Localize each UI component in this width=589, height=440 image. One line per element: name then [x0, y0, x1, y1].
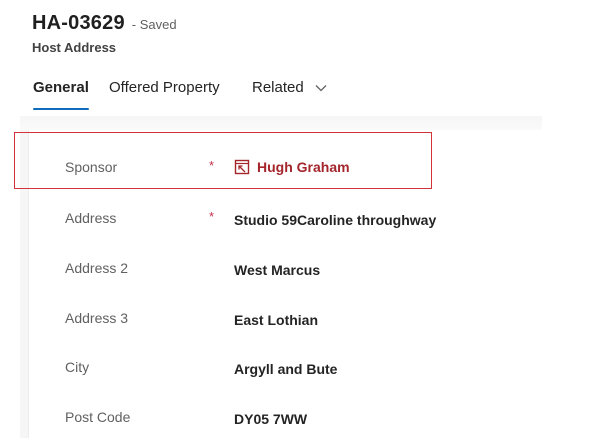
required-indicator: *: [209, 158, 215, 173]
field-label-city: City: [65, 359, 90, 375]
tab-general-label: General: [33, 79, 89, 96]
address-2-value[interactable]: West Marcus: [234, 262, 320, 278]
field-address-2: Address 2 West Marcus: [29, 241, 543, 291]
lookup-record-icon: [234, 159, 250, 175]
save-status: - Saved: [131, 17, 177, 32]
sponsor-value: Hugh Graham: [257, 159, 350, 175]
form-gutter: [20, 130, 28, 438]
section-divider: [20, 116, 542, 130]
tab-related-label: Related: [252, 79, 304, 96]
sponsor-lookup-link[interactable]: Hugh Graham: [234, 159, 350, 175]
tab-offered-property[interactable]: Offered Property: [109, 78, 220, 98]
field-label-address-2: Address 2: [65, 260, 129, 276]
record-title: HA-03629 - Saved: [32, 12, 177, 35]
field-label-address: Address: [65, 210, 117, 226]
tab-general[interactable]: General: [33, 78, 89, 110]
general-form: Sponsor * Hugh Graham Address * Studio 5…: [28, 130, 543, 438]
city-value[interactable]: Argyll and Bute: [234, 361, 337, 377]
post-code-value[interactable]: DY05 7WW: [234, 411, 307, 427]
record-id: HA-03629: [32, 12, 125, 34]
field-sponsor: Sponsor * Hugh Graham: [29, 140, 543, 190]
tab-related[interactable]: Related: [252, 78, 327, 98]
chevron-down-icon: [315, 85, 327, 92]
field-label-post-code: Post Code: [65, 409, 131, 425]
address-3-value[interactable]: East Lothian: [234, 312, 318, 328]
field-address-3: Address 3 East Lothian: [29, 291, 543, 341]
address-value[interactable]: Studio 59Caroline throughway: [234, 212, 436, 228]
field-city: City Argyll and Bute: [29, 340, 543, 390]
required-indicator: *: [209, 209, 215, 224]
field-post-code: Post Code DY05 7WW: [29, 390, 543, 440]
entity-name: Host Address: [32, 40, 117, 55]
field-label-sponsor: Sponsor: [65, 159, 118, 175]
field-address: Address * Studio 59Caroline throughway: [29, 191, 543, 241]
field-label-address-3: Address 3: [65, 310, 129, 326]
tab-offered-property-label: Offered Property: [109, 79, 220, 96]
